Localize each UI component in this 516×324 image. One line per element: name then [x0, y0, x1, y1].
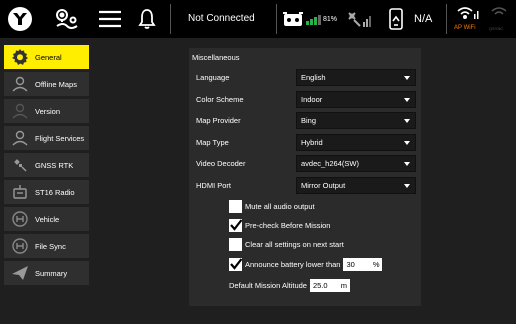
chevron-down-icon [404, 98, 410, 102]
miscellaneous-panel: Miscellaneous Language English Color Sch… [189, 48, 421, 306]
chevron-down-icon [404, 162, 410, 166]
sidebar-item-offline-maps[interactable]: Offline Maps [4, 72, 89, 96]
language-label: Language [196, 73, 230, 82]
menu-icon[interactable] [96, 0, 124, 38]
video-decoder-value: avdec_h264(SW) [301, 159, 359, 168]
person-icon [11, 102, 29, 120]
sidebar-item-label: Summary [35, 268, 68, 278]
bell-icon[interactable] [136, 0, 158, 38]
altitude-value: 25.0 [312, 281, 328, 290]
hdmi-port-select[interactable]: Mirror Output [296, 177, 416, 194]
qsync-label: QSYNC [489, 26, 504, 31]
color-scheme-select[interactable]: Indoor [296, 91, 416, 108]
map-type-select[interactable]: Hybrid [296, 134, 416, 151]
battery-percent: 81% [323, 16, 338, 23]
person-icon [11, 129, 29, 147]
altitude-option: Default Mission Altitude 25.0 m [229, 279, 350, 292]
drone-icon [11, 210, 29, 228]
hdmi-port-label: HDMI Port [196, 181, 232, 190]
radio-icon [11, 183, 29, 201]
chevron-down-icon [404, 184, 410, 188]
app-logo-icon[interactable] [6, 0, 34, 38]
toolbar-separator [170, 4, 171, 34]
clear-settings-checkbox[interactable] [229, 238, 242, 251]
sidebar-item-file-sync[interactable]: File Sync [4, 234, 89, 258]
wifi-icon[interactable] [456, 0, 480, 26]
mute-audio-checkbox[interactable] [229, 200, 242, 213]
sidebar-item-label: Version [35, 106, 61, 116]
language-select[interactable]: English [296, 69, 416, 86]
sidebar-item-gnss-rtk[interactable]: GNSS RTK [4, 153, 89, 177]
map-provider-select[interactable]: Bing [296, 112, 416, 129]
sidebar-item-flight-services[interactable]: Flight Services [4, 126, 89, 150]
sidebar-item-label: File Sync [35, 241, 66, 251]
precheck-label: Pre-check Before Mission [245, 221, 331, 230]
chevron-down-icon [404, 119, 410, 123]
sidebar-item-version[interactable]: Version [4, 99, 89, 123]
sidebar-item-summary[interactable]: Summary [4, 261, 89, 285]
chevron-down-icon [404, 76, 410, 80]
video-decoder-label: Video Decoder [196, 159, 246, 168]
battery-threshold-input[interactable]: 30 % [343, 258, 383, 271]
altitude-label: Default Mission Altitude [229, 281, 307, 290]
person-icon [11, 75, 29, 93]
satellite-signal-icon[interactable] [344, 0, 374, 38]
panel-title: Miscellaneous [192, 53, 240, 62]
clear-settings-label: Clear all settings on next start [245, 240, 344, 249]
drone-icon[interactable] [282, 0, 304, 38]
checkmark-icon [230, 219, 243, 231]
battery-announce-checkbox[interactable] [229, 258, 243, 271]
sidebar-item-label: General [35, 52, 62, 62]
sidebar-item-label: Offline Maps [35, 79, 77, 89]
altitude-unit: m [340, 281, 347, 290]
battery-threshold-unit: % [372, 260, 380, 269]
gps-status: N/A [414, 13, 433, 25]
sidebar-item-label: ST16 Radio [35, 187, 75, 197]
battery-icon [306, 0, 322, 38]
sidebar-item-label: Flight Services [35, 133, 85, 143]
top-toolbar: Not Connected 81% N/A AP WiFi QSYNC [0, 0, 516, 38]
battery-threshold-value: 30 [346, 260, 355, 269]
map-type-value: Hybrid [301, 138, 323, 147]
map-provider-label: Map Provider [196, 116, 241, 125]
remote-controller-icon[interactable] [386, 0, 406, 38]
chevron-down-icon [404, 141, 410, 145]
battery-announce-label: Announce battery lower than [245, 260, 341, 269]
checkmark-icon [230, 258, 243, 270]
sidebar-item-label: GNSS RTK [35, 160, 74, 170]
wifi-label: AP WiFi [454, 25, 476, 31]
connection-status: Not Connected [188, 13, 255, 24]
gear-icon [11, 48, 29, 66]
clear-settings-option: Clear all settings on next start [229, 238, 344, 251]
plan-view-icon[interactable] [52, 0, 80, 38]
sidebar-item-general[interactable]: General [4, 45, 89, 69]
precheck-option: Pre-check Before Mission [229, 219, 330, 232]
sidebar-item-label: Vehicle [35, 214, 60, 224]
mute-audio-option: Mute all audio output [229, 200, 315, 213]
map-provider-value: Bing [301, 116, 317, 125]
paper-plane-icon [11, 264, 29, 282]
sidebar-item-st16-radio[interactable]: ST16 Radio [4, 180, 89, 204]
altitude-input[interactable]: 25.0 m [309, 279, 350, 292]
color-scheme-value: Indoor [301, 95, 323, 104]
battery-announce-option: Announce battery lower than 30 % [229, 258, 383, 271]
qsync-icon[interactable] [488, 0, 510, 26]
map-type-label: Map Type [196, 138, 229, 147]
precheck-checkbox[interactable] [229, 219, 243, 232]
satellite-icon [11, 156, 29, 174]
drone-icon [11, 237, 29, 255]
toolbar-separator [446, 4, 447, 34]
language-value: English [301, 73, 326, 82]
hdmi-port-value: Mirror Output [301, 181, 346, 190]
sidebar-item-vehicle[interactable]: Vehicle [4, 207, 89, 231]
toolbar-separator [276, 4, 277, 34]
color-scheme-label: Color Scheme [196, 95, 244, 104]
video-decoder-select[interactable]: avdec_h264(SW) [296, 155, 416, 172]
mute-audio-label: Mute all audio output [245, 202, 315, 211]
